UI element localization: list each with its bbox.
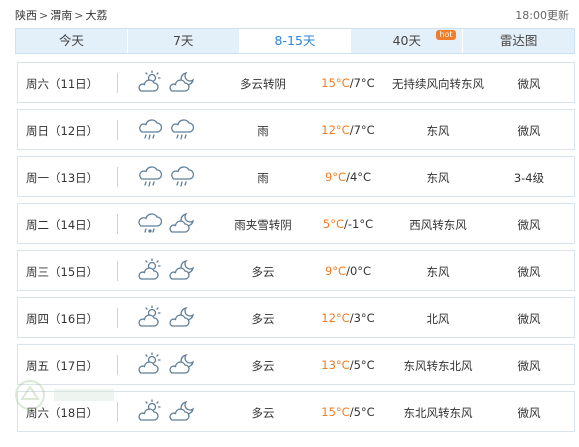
tab-today[interactable]: 今天 [16,29,128,53]
partly-cloudy-day-icon [136,305,164,331]
breadcrumb-province[interactable]: 陕西 [15,9,37,22]
temp-high: 9°C [324,170,347,184]
tab-label: 7天 [172,33,194,48]
wind-direction: 北风 [426,312,450,326]
temp-high: 15°C [321,405,350,419]
cloud-moon-icon [168,305,196,331]
breadcrumb: 陕西 > 渭南 > 大荔 [15,7,107,23]
temp-low: -1°C [347,217,374,231]
sleet-icon [136,211,164,237]
partly-cloudy-day-icon [136,70,164,96]
hot-badge: hot [436,30,456,40]
temp-low: 7°C [353,76,375,90]
cloud-moon-icon [168,258,196,284]
temp-low: 5°C [353,358,375,372]
temp-high: 12°C [321,123,350,137]
day-label: 周六（11日） [26,77,99,91]
wind-direction: 东风 [426,265,450,279]
temp-high: 12°C [321,311,350,325]
forecast-row: 周四（16日） 多云 12°C/3°C 北风 微风 [17,297,575,338]
cloud-moon-icon [168,70,196,96]
tab-7day[interactable]: 7天 [128,29,240,53]
wind-level: 微风 [517,124,541,138]
forecast-row: 周六（11日） 多云转阴 15°C/7°C 无持续风向转东风 微风 [17,62,575,103]
temp-high: 9°C [324,264,347,278]
rain-icon [168,117,196,143]
partly-cloudy-day-icon [136,258,164,284]
forecast-row: 周三（15日） 多云 9°C/0°C 东风 微风 [17,250,575,291]
temp-high: 13°C [321,358,350,372]
tab-40day[interactable]: 40天 hot [351,29,464,53]
tab-label: 今天 [58,33,84,48]
temp-low: 4°C [349,170,372,184]
wind-level: 微风 [517,359,541,373]
day-label: 周五（17日） [26,359,99,373]
temp-low: 3°C [353,311,375,325]
cloud-moon-icon [168,399,196,425]
update-time: 18:00更新 [515,9,569,22]
tab-label: 40天 [392,33,421,48]
wind-level: 3-4级 [513,171,545,185]
wind-level: 微风 [517,265,541,279]
wind-direction: 东风 [426,171,450,185]
wind-level: 微风 [517,406,541,420]
wind-direction: 东北风转东风 [403,406,473,420]
forecast-row: 周一（13日）雨 9°C/4°C 东风 3-4级 [17,156,575,197]
tab-radar[interactable]: 雷达图 [463,29,574,53]
wind-direction: 西风转东风 [409,218,467,232]
cloud-moon-icon [168,211,196,237]
temp-low: 7°C [353,123,375,137]
rain-icon [136,117,164,143]
temp-high: 5°C [322,217,344,231]
rain-icon [136,164,164,190]
day-label: 周三（15日） [26,265,99,279]
divider [117,167,118,187]
day-label: 周四（16日） [26,312,99,326]
wind-direction: 无持续风向转东风 [392,77,484,91]
wind-direction: 东风 [426,124,450,138]
day-label: 周一（13日） [26,171,99,185]
forecast-tabs: 今天 7天 8-15天 40天 hot 雷达图 [15,28,575,54]
tab-label: 8-15天 [274,33,316,48]
partly-cloudy-day-icon [136,352,164,378]
day-label: 周二（14日） [26,218,99,232]
wind-level: 微风 [517,218,541,232]
divider [117,261,118,281]
breadcrumb-county[interactable]: 大荔 [85,9,107,22]
divider [117,73,118,93]
wind-level: 微风 [517,312,541,326]
partly-cloudy-day-icon [136,399,164,425]
forecast-row: 周日（12日）雨 12°C/7°C 东风 微风 [17,109,575,150]
day-label: 周日（12日） [26,124,99,138]
divider [117,214,118,234]
divider [117,120,118,140]
wind-direction: 东风转东北风 [403,359,473,373]
breadcrumb-city[interactable]: 渭南 [50,9,72,22]
tab-label: 雷达图 [499,33,538,48]
divider [117,355,118,375]
temp-high: 15°C [321,76,350,90]
temp-low: 5°C [353,405,375,419]
top-bar: 陕西 > 渭南 > 大荔 18:00更新 [0,0,579,26]
forecast-row: 周二（14日） 雨夹雪转阴 5°C/-1°C 西风转东风 微风 [17,203,575,244]
wind-level: 微风 [517,77,541,91]
breadcrumb-separator: > [39,9,49,22]
temp-low: 0°C [349,264,372,278]
rain-icon [168,164,196,190]
cloud-moon-icon [168,352,196,378]
watermark-logo-icon [15,380,114,410]
tab-8-15day[interactable]: 8-15天 [239,29,352,53]
divider [117,308,118,328]
breadcrumb-separator: > [74,9,84,22]
